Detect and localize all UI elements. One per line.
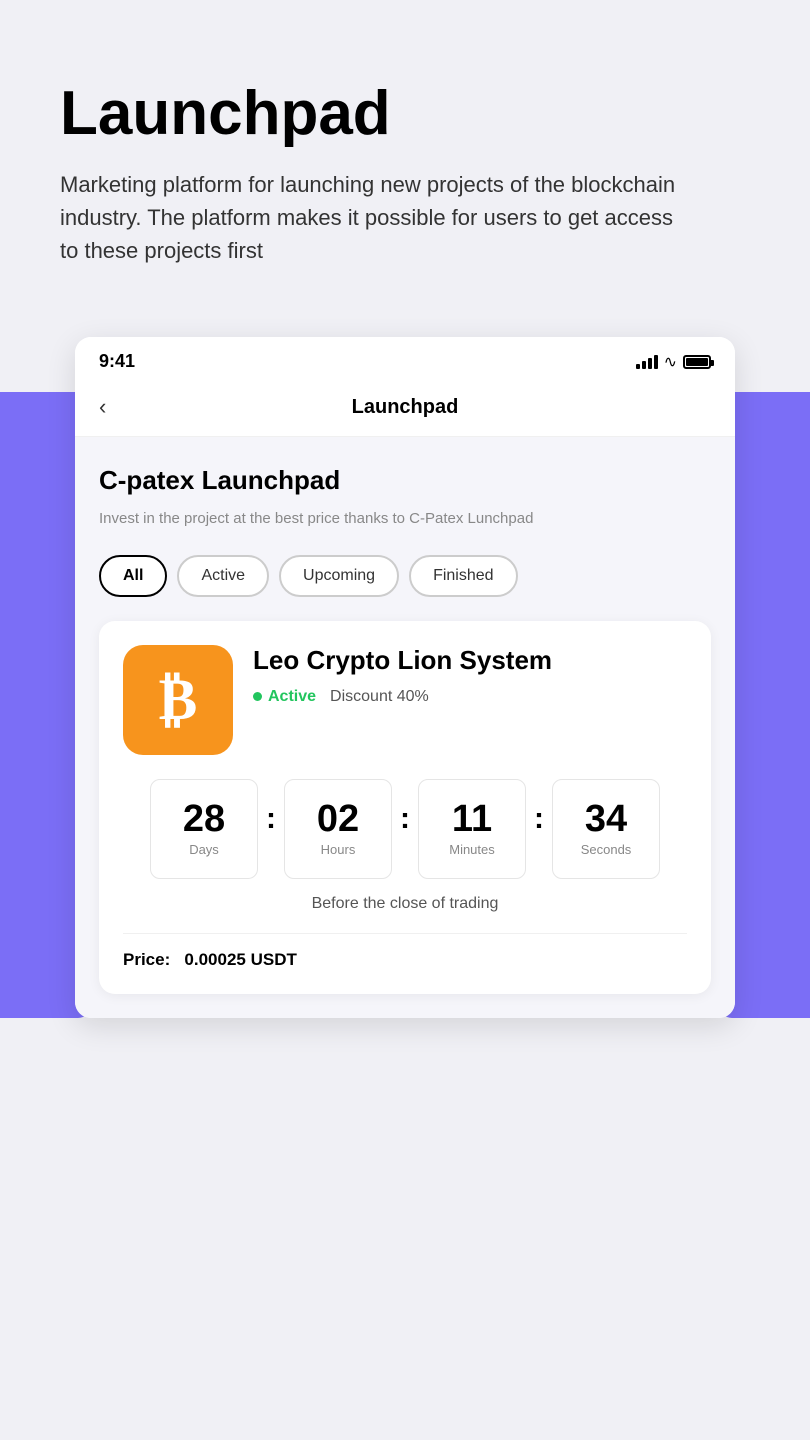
tab-upcoming[interactable]: Upcoming — [279, 555, 399, 597]
hero-section: Launchpad Marketing platform for launchi… — [0, 0, 810, 307]
signal-icon — [636, 355, 658, 369]
days-label: Days — [189, 842, 219, 857]
price-value: 0.00025 USDT — [184, 950, 296, 969]
minutes-block: 11 Minutes — [418, 779, 526, 879]
nav-bar: ‹ Launchpad — [75, 382, 735, 437]
active-label: Active — [268, 688, 316, 706]
separator-1: : — [266, 802, 276, 836]
battery-icon — [683, 355, 711, 369]
minutes-label: Minutes — [449, 842, 495, 857]
hero-title: Launchpad — [60, 80, 750, 148]
seconds-block: 34 Seconds — [552, 779, 660, 879]
active-badge: Active — [253, 688, 316, 706]
card-info: Leo Crypto Lion System Active Discount 4… — [253, 645, 687, 706]
project-name: Leo Crypto Lion System — [253, 645, 687, 676]
seconds-value: 34 — [585, 800, 627, 838]
status-bar: 9:41 ∿ — [75, 337, 735, 382]
phone-screen: 9:41 ∿ ‹ Launchpad C-patex La — [75, 337, 735, 1018]
btc-icon: ₿ — [159, 671, 198, 729]
status-icons: ∿ — [636, 352, 711, 372]
separator-3: : — [534, 802, 544, 836]
price-label: Price: — [123, 950, 170, 969]
section-title: C-patex Launchpad — [99, 465, 711, 496]
hero-description: Marketing platform for launching new pro… — [60, 168, 680, 267]
main-content: C-patex Launchpad Invest in the project … — [75, 437, 735, 1018]
active-dot — [253, 692, 262, 701]
days-value: 28 — [183, 800, 225, 838]
tab-active[interactable]: Active — [177, 555, 269, 597]
hours-label: Hours — [321, 842, 356, 857]
price-row: Price: 0.00025 USDT — [123, 933, 687, 970]
project-logo: ₿ — [123, 645, 233, 755]
status-row: Active Discount 40% — [253, 688, 687, 706]
card-header: ₿ Leo Crypto Lion System Active Discount… — [123, 645, 687, 755]
wifi-icon: ∿ — [664, 352, 677, 372]
discount-text: Discount 40% — [330, 688, 429, 706]
hours-block: 02 Hours — [284, 779, 392, 879]
nav-title: Launchpad — [135, 396, 675, 419]
project-card: ₿ Leo Crypto Lion System Active Discount… — [99, 621, 711, 994]
separator-2: : — [400, 802, 410, 836]
minutes-value: 11 — [452, 800, 492, 838]
filter-tabs: All Active Upcoming Finished — [99, 555, 711, 597]
countdown: 28 Days : 02 Hours : 11 Minutes : — [123, 779, 687, 879]
status-time: 9:41 — [99, 351, 135, 372]
section-description: Invest in the project at the best price … — [99, 508, 711, 531]
tab-finished[interactable]: Finished — [409, 555, 517, 597]
countdown-subtitle: Before the close of trading — [123, 895, 687, 913]
days-block: 28 Days — [150, 779, 258, 879]
back-button[interactable]: ‹ — [99, 394, 135, 420]
phone-wrapper: 9:41 ∿ ‹ Launchpad C-patex La — [0, 337, 810, 1018]
seconds-label: Seconds — [581, 842, 632, 857]
tab-all[interactable]: All — [99, 555, 167, 597]
hours-value: 02 — [317, 800, 359, 838]
